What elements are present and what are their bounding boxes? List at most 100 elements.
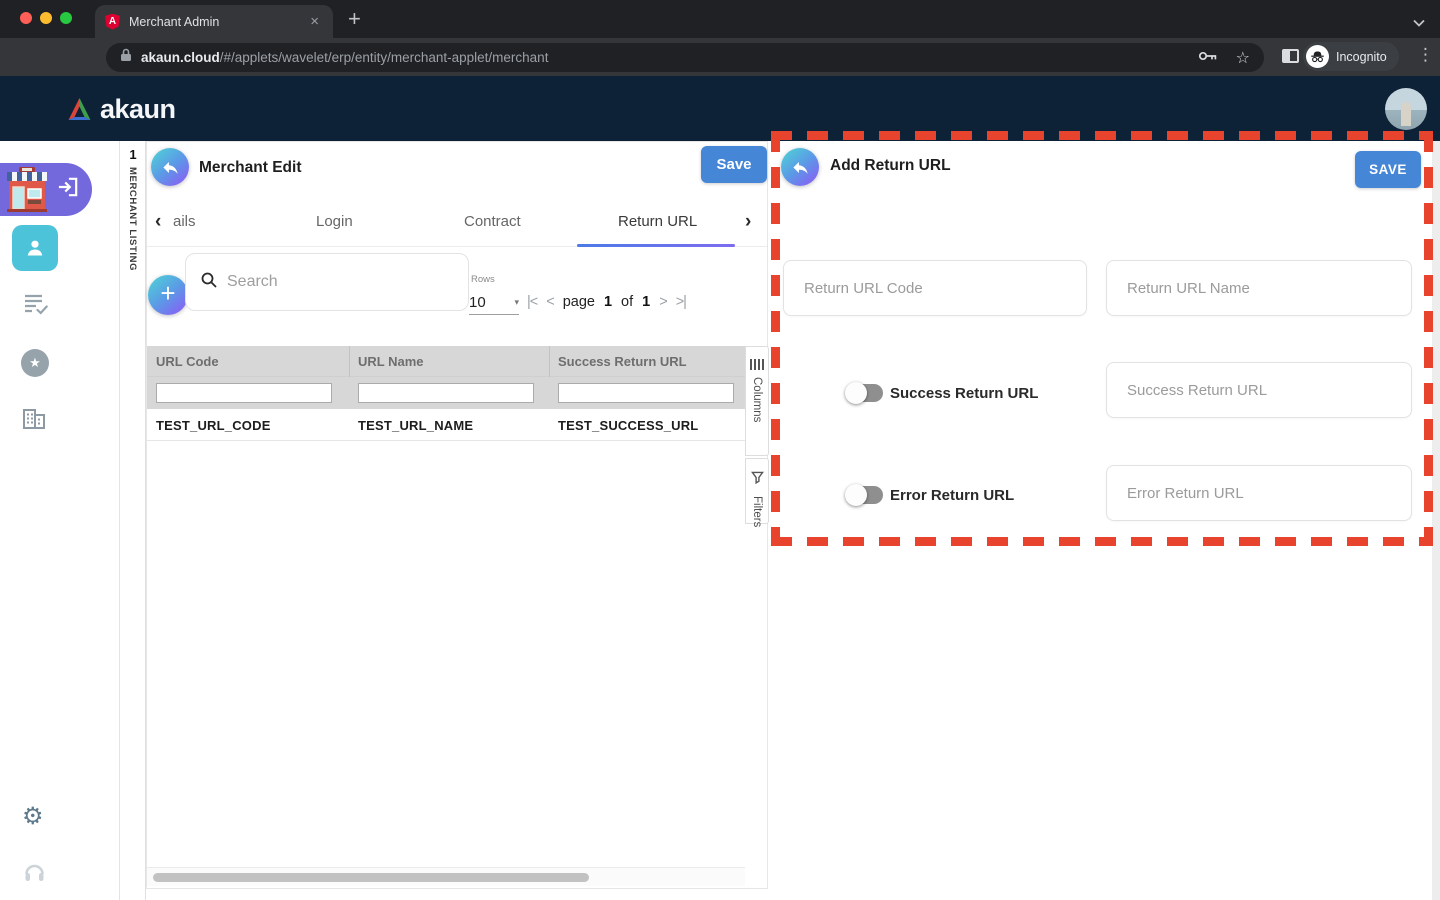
new-tab-button[interactable]: + [348, 6, 361, 32]
table-header-row: URL Code URL Name Success Return URL [147, 346, 745, 409]
back-arrow-icon [792, 161, 808, 174]
tab-contract[interactable]: Contract [464, 213, 521, 230]
success-return-url-toggle-label: Success Return URL [890, 385, 1039, 402]
return-url-code-input[interactable] [783, 260, 1087, 316]
bookmark-star-icon[interactable]: ☆ [1236, 48, 1250, 68]
list-check-icon [25, 294, 48, 315]
cell-success-return-url: TEST_SUCCESS_URL [558, 418, 699, 433]
add-return-url-back-button[interactable] [781, 148, 819, 186]
support-headset-icon[interactable] [22, 860, 47, 889]
tabs-scroll-right-icon[interactable]: › [745, 211, 751, 233]
prev-page-icon[interactable]: < [546, 294, 555, 310]
pagination: |< < page 1 of 1 > >| [527, 294, 687, 310]
back-button[interactable] [151, 148, 189, 186]
settings-gear-icon[interactable]: ⚙ [22, 802, 44, 831]
close-window-button[interactable] [20, 12, 32, 24]
url-path: /#/applets/wavelet/erp/entity/merchant-a… [219, 50, 549, 65]
right-edge-strip [1432, 141, 1440, 900]
tab-search-chevron-icon[interactable] [1413, 14, 1425, 32]
tab-close-icon[interactable]: × [306, 13, 323, 30]
lock-icon [120, 48, 132, 67]
tab-title: Merchant Admin [129, 14, 220, 29]
sidebar-item-favorites[interactable]: ★ [21, 349, 49, 377]
table-search [185, 253, 469, 311]
page-label: page [562, 294, 595, 310]
tab-return-url[interactable]: Return URL [618, 213, 697, 230]
column-header-url-name[interactable]: URL Name [358, 354, 424, 369]
columns-side-tab[interactable]: Columns [745, 346, 769, 456]
edit-tabs: ‹ ails Login Contract Return URL › [147, 201, 767, 247]
tab-merchant-listing-collapsed[interactable]: 1 MERCHANT LISTING [120, 141, 146, 900]
add-row-button[interactable]: + [148, 275, 188, 315]
table-row[interactable]: TEST_URL_CODE TEST_URL_NAME TEST_SUCCESS… [147, 409, 745, 441]
caret-down-icon: ▾ [514, 297, 519, 307]
scrollbar-thumb[interactable] [153, 873, 589, 882]
tabs-scroll-left-icon[interactable]: ‹ [155, 211, 161, 233]
filter-input-url-code[interactable] [156, 383, 332, 403]
error-return-url-toggle-label: Error Return URL [890, 487, 1015, 504]
listing-label: MERCHANT LISTING [127, 167, 138, 272]
cell-url-name: TEST_URL_NAME [358, 418, 474, 433]
current-page: 1 [603, 294, 613, 310]
rows-value: 10 [469, 294, 486, 311]
search-input[interactable] [227, 273, 447, 291]
error-return-url-toggle[interactable] [845, 484, 883, 506]
browser-tab-merchant-admin[interactable]: A Merchant Admin × [95, 5, 333, 38]
brand-name: akaun [100, 94, 176, 124]
sidebar-item-merchant-applet[interactable] [0, 163, 92, 216]
tab-details-partial[interactable]: ails [173, 213, 196, 230]
horizontal-scrollbar [147, 867, 745, 886]
add-return-url-save-button[interactable]: SAVE [1355, 151, 1421, 188]
building-icon [23, 409, 45, 429]
success-return-url-toggle[interactable] [845, 382, 883, 404]
columns-icon [750, 359, 764, 370]
back-arrow-icon [162, 161, 178, 174]
sidebar-item-organization[interactable] [21, 406, 47, 436]
filter-input-success-return-url[interactable] [558, 383, 734, 403]
filters-label: Filters [751, 496, 763, 528]
user-avatar[interactable] [1385, 88, 1427, 130]
browser-menu-icon[interactable]: ⋮ [1417, 45, 1434, 65]
column-header-success-return-url[interactable]: Success Return URL [558, 354, 687, 369]
sidebar-item-merchant[interactable] [12, 225, 58, 271]
search-icon [200, 271, 218, 294]
next-page-icon[interactable]: > [659, 294, 668, 310]
person-icon [27, 240, 43, 256]
sidebar-item-listing[interactable] [22, 291, 48, 322]
browser-tabbar: A Merchant Admin × + [0, 0, 1440, 38]
side-panel-icon[interactable] [1282, 49, 1299, 63]
storefront-icon [7, 166, 47, 212]
last-page-icon[interactable]: >| [676, 294, 687, 310]
address-bar[interactable]: akaun.cloud /#/applets/wavelet/erp/entit… [106, 43, 1264, 72]
of-label: of [621, 294, 634, 310]
filter-input-url-name[interactable] [358, 383, 534, 403]
minimize-window-button[interactable] [40, 12, 52, 24]
zoom-window-button[interactable] [60, 12, 72, 24]
rows-per-page-select[interactable]: 10 ▾ [469, 291, 519, 315]
return-url-name-input[interactable] [1106, 260, 1412, 316]
save-button[interactable]: Save [701, 146, 767, 183]
enter-applet-icon [57, 177, 79, 202]
akaun-triangle-icon [68, 98, 91, 120]
filters-side-tab[interactable]: Filters [745, 458, 769, 528]
highlight-frame-bottom [771, 537, 1433, 546]
error-return-url-input[interactable] [1106, 465, 1412, 521]
success-return-url-input[interactable] [1106, 362, 1412, 418]
akaun-logo: akaun [66, 94, 176, 125]
incognito-badge: Incognito [1303, 42, 1399, 71]
cell-url-code: TEST_URL_CODE [156, 418, 271, 433]
merchant-edit-panel: Merchant Edit Save ‹ ails Login Contract… [146, 141, 769, 889]
url-domain: akaun.cloud [141, 50, 220, 65]
password-key-icon[interactable] [1198, 49, 1218, 67]
first-page-icon[interactable]: |< [527, 294, 538, 310]
page-title: Merchant Edit [199, 159, 302, 176]
filter-funnel-icon [750, 471, 764, 489]
column-header-url-code[interactable]: URL Code [156, 354, 219, 369]
table-filter-row [147, 377, 745, 409]
rows-label: Rows [471, 274, 495, 285]
total-pages: 1 [642, 294, 651, 310]
plus-icon: + [160, 278, 176, 308]
columns-label: Columns [751, 377, 763, 423]
incognito-icon [1306, 45, 1329, 68]
tab-login[interactable]: Login [316, 213, 353, 230]
